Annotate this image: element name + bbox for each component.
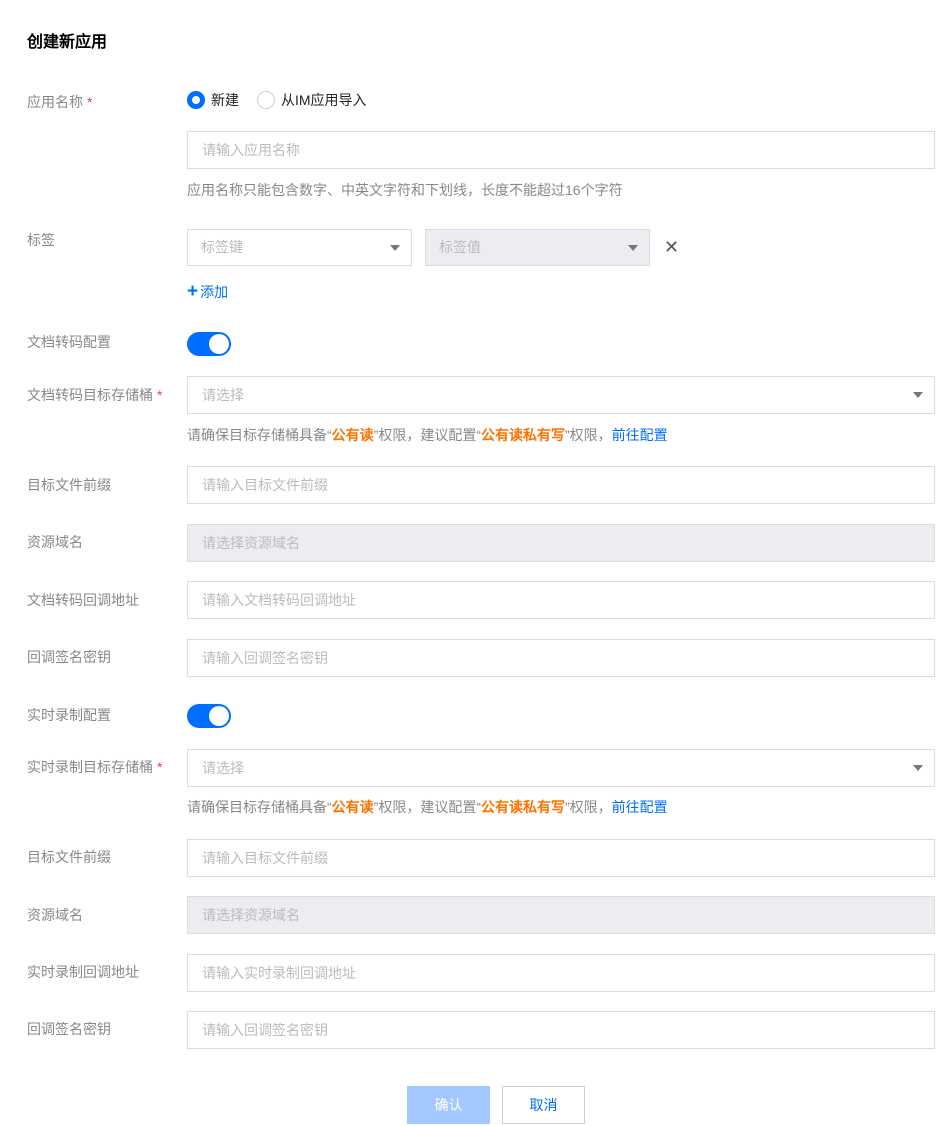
- tags-label: 标签: [27, 232, 55, 248]
- toggle-knob: [209, 706, 229, 726]
- goto-config-link[interactable]: 前往配置: [612, 427, 668, 443]
- radio-checked-icon[interactable]: [187, 91, 205, 109]
- app-name-input[interactable]: 请输入应用名称: [187, 131, 935, 169]
- chevron-down-icon: [913, 765, 923, 771]
- doc-bucket-label: 文档转码目标存储桶 *: [27, 387, 163, 403]
- record-domain-select: 请选择资源域名: [187, 896, 935, 934]
- app-name-hint: 应用名称只能包含数字、中英文字符和下划线，长度不能超过16个字符: [187, 182, 623, 198]
- doc-domain-select: 请选择资源域名: [187, 524, 935, 562]
- record-bucket-select[interactable]: 请选择: [187, 749, 935, 787]
- close-icon[interactable]: ✕: [664, 237, 679, 257]
- record-prefix-label: 目标文件前缀: [27, 849, 111, 865]
- record-toggle[interactable]: [187, 704, 231, 728]
- add-tag-button[interactable]: + 添加: [187, 282, 228, 302]
- doc-transcode-config-label: 文档转码配置: [27, 334, 111, 350]
- chevron-down-icon: [628, 245, 638, 251]
- doc-transcode-toggle[interactable]: [187, 332, 231, 356]
- doc-sign-label: 回调签名密钥: [27, 649, 111, 665]
- record-domain-label: 资源域名: [27, 907, 83, 923]
- record-config-label: 实时录制配置: [27, 707, 111, 723]
- goto-config-link[interactable]: 前往配置: [612, 799, 668, 815]
- tag-value-placeholder: 标签值: [439, 239, 481, 255]
- radio-import-label: 从IM应用导入: [281, 92, 367, 108]
- required-mark: *: [87, 94, 93, 110]
- record-bucket-placeholder: 请选择: [202, 760, 244, 776]
- chevron-down-icon: [390, 245, 400, 251]
- doc-sign-input[interactable]: 请输入回调签名密钥: [187, 639, 935, 677]
- record-bucket-hint: 请确保目标存储桶具备“公有读”权限，建议配置“公有读私有写”权限，前往配置: [187, 799, 668, 815]
- tag-value-select: 标签值: [425, 229, 650, 266]
- radio-import-im[interactable]: 从IM应用导入: [257, 90, 367, 110]
- radio-new-label: 新建: [211, 92, 239, 108]
- tag-key-placeholder: 标签键: [201, 239, 243, 255]
- doc-bucket-placeholder: 请选择: [202, 387, 244, 403]
- confirm-button[interactable]: 确认: [407, 1086, 490, 1124]
- tag-key-select[interactable]: 标签键: [187, 229, 412, 266]
- record-callback-label: 实时录制回调地址: [27, 964, 139, 980]
- app-source-radio-group: 新建 从IM应用导入: [187, 90, 385, 110]
- cancel-button[interactable]: 取消: [502, 1086, 585, 1124]
- required-mark: *: [157, 759, 163, 775]
- doc-bucket-select[interactable]: 请选择: [187, 376, 935, 414]
- record-prefix-input[interactable]: 请输入目标文件前缀: [187, 839, 935, 877]
- record-sign-input[interactable]: 请输入回调签名密钥: [187, 1011, 935, 1049]
- record-bucket-label: 实时录制目标存储桶 *: [27, 759, 163, 775]
- record-callback-input[interactable]: 请输入实时录制回调地址: [187, 954, 935, 992]
- radio-new[interactable]: 新建: [187, 90, 239, 110]
- page-title: 创建新应用: [27, 34, 108, 51]
- required-mark: *: [157, 387, 163, 403]
- doc-prefix-label: 目标文件前缀: [27, 477, 111, 493]
- doc-bucket-hint: 请确保目标存储桶具备“公有读”权限，建议配置“公有读私有写”权限，前往配置: [187, 427, 668, 443]
- doc-callback-label: 文档转码回调地址: [27, 592, 139, 608]
- toggle-knob: [209, 334, 229, 354]
- add-tag-label: 添加: [200, 284, 229, 300]
- plus-icon: +: [187, 281, 199, 302]
- doc-domain-label: 资源域名: [27, 534, 83, 550]
- doc-callback-input[interactable]: 请输入文档转码回调地址: [187, 581, 935, 619]
- radio-unchecked-icon[interactable]: [257, 91, 275, 109]
- record-sign-label: 回调签名密钥: [27, 1021, 111, 1037]
- chevron-down-icon: [913, 392, 923, 398]
- app-name-label: 应用名称 *: [27, 94, 93, 110]
- doc-prefix-input[interactable]: 请输入目标文件前缀: [187, 466, 935, 504]
